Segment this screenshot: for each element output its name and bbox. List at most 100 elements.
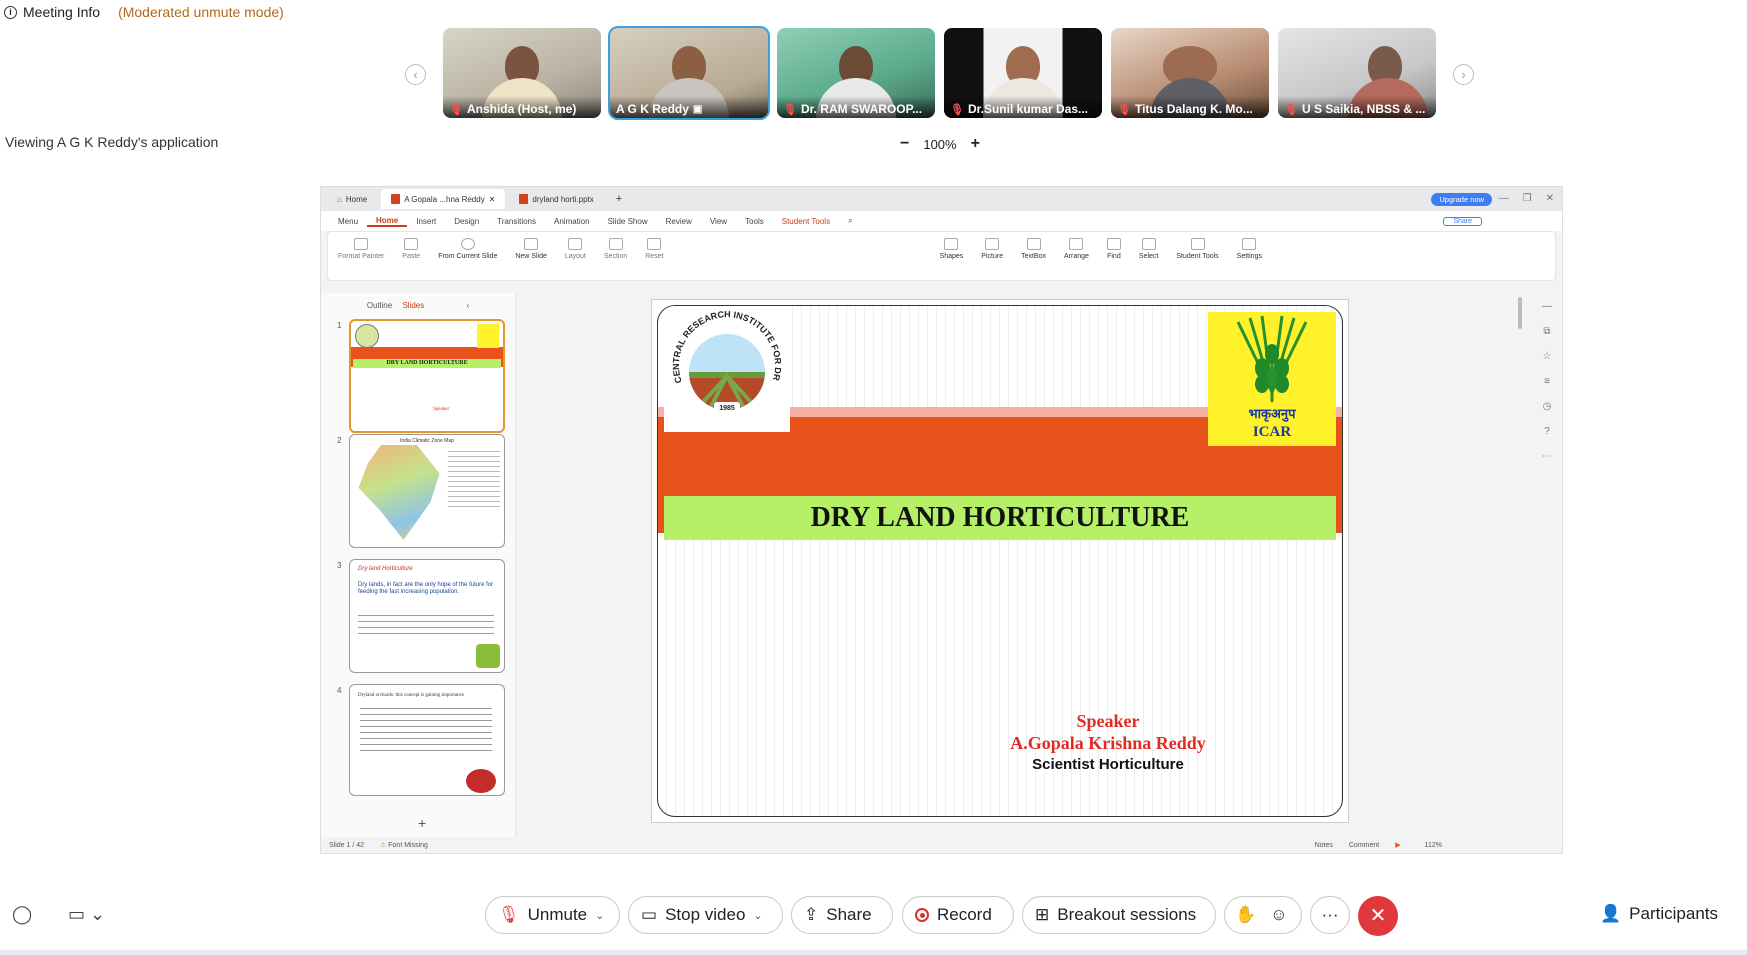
notes-button[interactable]: Notes bbox=[1315, 842, 1333, 849]
sliders-icon[interactable]: ≡ bbox=[1544, 376, 1550, 387]
icar-logo: भाकृअनुप ICAR bbox=[1208, 312, 1336, 446]
tab-slides[interactable]: Slides bbox=[402, 301, 424, 310]
student-tools-button[interactable]: Student Tools bbox=[1176, 238, 1219, 260]
font-missing-indicator[interactable]: ⚠ Font Missing bbox=[380, 841, 428, 849]
chevron-down-icon[interactable]: ⌄ bbox=[753, 909, 762, 922]
participant-name: Anshida (Host, me) bbox=[466, 102, 577, 116]
play-slideshow-icon[interactable]: ▶ bbox=[1395, 841, 1400, 849]
participant-tile[interactable]: 🎙 Titus Dalang K. Mo... bbox=[1111, 28, 1269, 118]
menu-button[interactable]: Menu bbox=[329, 217, 367, 226]
minus-icon[interactable]: — bbox=[1542, 301, 1552, 312]
captions-icon[interactable]: ▭ ⌄ bbox=[68, 904, 105, 925]
breakout-sessions-button[interactable]: ⊞ Breakout sessions bbox=[1022, 896, 1216, 934]
tab-animation[interactable]: Animation bbox=[545, 217, 599, 226]
minimize-icon[interactable]: — bbox=[1499, 193, 1509, 204]
vertical-scrollbar[interactable] bbox=[1518, 297, 1522, 329]
more-options-button[interactable]: ··· bbox=[1310, 896, 1350, 934]
restore-icon[interactable]: ❐ bbox=[1523, 193, 1532, 204]
unmute-button[interactable]: 🎙 Unmute ⌄ bbox=[485, 896, 620, 934]
tab-slide-show[interactable]: Slide Show bbox=[599, 217, 657, 226]
history-icon[interactable]: ◷ bbox=[1543, 401, 1552, 412]
app-tab-bar: ⌂ Home A Gopala ...hna Reddy ✕ dryland hor… bbox=[321, 187, 1562, 211]
participants-button[interactable]: 👤 Participants bbox=[1600, 904, 1718, 924]
star-icon[interactable]: ☆ bbox=[1543, 351, 1552, 362]
slide-number: 2 bbox=[337, 436, 342, 445]
zoom-in-button[interactable]: + bbox=[971, 135, 980, 153]
raise-hand-icon[interactable]: ✋ bbox=[1235, 905, 1256, 925]
tab-student-tools[interactable]: Student Tools bbox=[773, 217, 839, 226]
participant-tile[interactable]: A G K Reddy ▣ bbox=[608, 26, 770, 120]
info-icon: i bbox=[4, 5, 17, 19]
record-button[interactable]: Record bbox=[902, 896, 1014, 934]
add-slide-button[interactable]: + bbox=[418, 815, 426, 831]
textbox-button[interactable]: TextBox bbox=[1021, 238, 1046, 260]
reset-button[interactable]: Reset bbox=[645, 238, 664, 260]
play-icon bbox=[460, 238, 475, 250]
app-tab-document[interactable]: dryland horti.pptx bbox=[509, 189, 603, 209]
settings-button[interactable]: Settings bbox=[1237, 238, 1262, 260]
close-icon[interactable]: ✕ bbox=[489, 195, 496, 204]
mic-muted-icon: 🎙 bbox=[783, 103, 797, 116]
end-meeting-button[interactable]: ✕ bbox=[1358, 896, 1398, 936]
picture-button[interactable]: Picture bbox=[981, 238, 1003, 260]
comment-button[interactable]: Comment bbox=[1349, 842, 1379, 849]
find-button[interactable]: Find bbox=[1106, 238, 1121, 260]
slide-thumbnail[interactable]: Dry land Horticulture Dry lands, in fact… bbox=[349, 559, 505, 673]
app-tab-document[interactable]: A Gopala ...hna Reddy ✕ bbox=[381, 189, 506, 209]
shared-application: ⌂ Home A Gopala ...hna Reddy ✕ dryland hor… bbox=[320, 186, 1563, 854]
participant-tile[interactable]: 🎙 U S Saikia, NBSS & ... bbox=[1278, 28, 1436, 118]
share-document-button[interactable]: Share bbox=[1443, 216, 1482, 226]
app-zoom-level[interactable]: 112% bbox=[1425, 842, 1442, 849]
arrange-icon bbox=[1069, 238, 1084, 250]
tab-view[interactable]: View bbox=[701, 217, 736, 226]
chevron-down-icon[interactable]: ⌄ bbox=[595, 909, 604, 922]
arrange-button[interactable]: Arrange bbox=[1064, 238, 1089, 260]
slide-thumbnail[interactable]: Dryland orchards: this concept is gainin… bbox=[349, 684, 505, 796]
slide-thumbnail[interactable]: DRY LAND HORTICULTURE Speaker bbox=[349, 319, 505, 433]
thumb-title: DRY LAND HORTICULTURE bbox=[353, 359, 501, 368]
help-icon[interactable]: ? bbox=[1544, 426, 1550, 437]
from-current-slide-button[interactable]: From Current Slide bbox=[438, 238, 497, 260]
new-tab-button[interactable]: + bbox=[608, 193, 630, 205]
zoom-level: 100% bbox=[923, 136, 957, 152]
meeting-info[interactable]: i Meeting Info (Moderated unmute mode) bbox=[4, 4, 284, 20]
participant-tile[interactable]: 🎙 Dr.Sunil kumar Das... bbox=[944, 28, 1102, 118]
participant-name: Dr.Sunil kumar Das... bbox=[967, 102, 1089, 116]
cria-logo: CENTRAL RESEARCH INSTITUTE FOR DRYLAND A… bbox=[660, 306, 790, 432]
stop-video-button[interactable]: ▭ Stop video ⌄ bbox=[628, 896, 783, 934]
icar-hindi-text: भाकृअनुप bbox=[1248, 406, 1296, 422]
slide-thumbnail-panel: Outline Slides ‹ 1 DRY LAND HORTICULTURE… bbox=[321, 293, 516, 837]
status-circle-icon[interactable]: ◯ bbox=[12, 904, 32, 925]
more-icon[interactable]: ⋯ bbox=[1542, 451, 1552, 462]
slide-thumbnail[interactable]: India Climatic Zone Map bbox=[349, 434, 505, 548]
new-slide-button[interactable]: New Slide bbox=[515, 238, 547, 260]
current-slide[interactable]: DRY LAND HORTICULTURE CENTRAL RESEARCH I… bbox=[651, 299, 1349, 823]
close-icon[interactable]: ✕ bbox=[1546, 193, 1554, 204]
upgrade-button[interactable]: Upgrade now bbox=[1431, 192, 1492, 206]
tab-design[interactable]: Design bbox=[445, 217, 488, 226]
layout-button[interactable]: Layout bbox=[565, 238, 586, 260]
app-tab-home[interactable]: ⌂ Home bbox=[327, 189, 377, 209]
tab-review[interactable]: Review bbox=[657, 217, 701, 226]
participant-tile[interactable]: 🎙 Dr. RAM SWAROOP... bbox=[777, 28, 935, 118]
paste-button[interactable]: Paste bbox=[402, 238, 420, 260]
tab-insert[interactable]: Insert bbox=[407, 217, 445, 226]
tab-tools[interactable]: Tools bbox=[736, 217, 773, 226]
section-button[interactable]: Section bbox=[604, 238, 627, 260]
tab-home[interactable]: Home bbox=[367, 216, 408, 227]
tab-transitions[interactable]: Transitions bbox=[488, 217, 545, 226]
tab-outline[interactable]: Outline bbox=[367, 301, 392, 310]
reactions-group: ✋ ☺ bbox=[1224, 896, 1302, 934]
copy-icon[interactable]: ⧉ bbox=[1543, 326, 1550, 337]
reactions-icon[interactable]: ☺ bbox=[1270, 905, 1287, 925]
share-button[interactable]: ⇪ Share bbox=[791, 896, 893, 934]
collapse-panel-icon[interactable]: ‹ bbox=[466, 301, 469, 310]
search-icon[interactable]: ⌕ bbox=[839, 216, 861, 226]
zoom-out-button[interactable]: − bbox=[900, 135, 909, 153]
participant-tile[interactable]: 🎙 Anshida (Host, me) bbox=[443, 28, 601, 118]
shapes-button[interactable]: Shapes bbox=[940, 238, 963, 260]
prev-participants-button[interactable]: ‹ bbox=[405, 64, 426, 85]
select-button[interactable]: Select bbox=[1139, 238, 1158, 260]
next-participants-button[interactable]: › bbox=[1453, 64, 1474, 85]
format-painter-button[interactable]: Format Painter bbox=[338, 238, 384, 260]
